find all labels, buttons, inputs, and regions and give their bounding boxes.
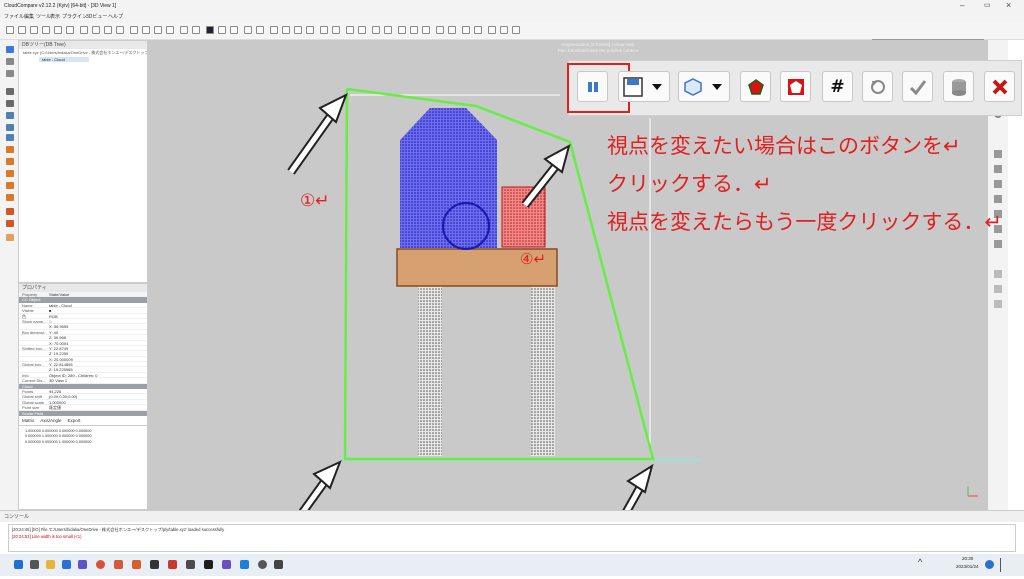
console-line: [20:24:45] [I/O] File 'C:/Users/hidaka/O… — [12, 527, 225, 532]
confirm-delete-icon — [951, 78, 966, 96]
pause-button[interactable] — [577, 71, 608, 102]
app-icon[interactable] — [186, 560, 195, 569]
annotation-line-2: クリックする．↵ — [607, 172, 772, 196]
confirm-button[interactable] — [902, 71, 933, 102]
tray-chevron-icon[interactable]: ^ — [918, 557, 922, 567]
app-icon[interactable] — [222, 560, 231, 569]
console-panel: コンソール [20:24:45] [I/O] File 'C:/Users/hi… — [0, 510, 1024, 554]
polyline-save-button[interactable] — [618, 71, 670, 102]
right-tool-icon[interactable] — [994, 285, 1002, 293]
cloudcompare-icon[interactable] — [274, 560, 283, 569]
arrow-2-icon — [521, 144, 571, 208]
annotation-text: 視点を変えたい場合はこのボタンを↵ クリックする．↵ 視点を変えたらもう一度クリ… — [607, 127, 1002, 241]
app-icon[interactable] — [114, 560, 123, 569]
pause-icon — [587, 81, 598, 92]
clock-time: 20:30 — [962, 556, 974, 561]
clock-date: 2023/01/24 — [956, 564, 979, 569]
app-icon[interactable] — [204, 560, 213, 569]
app-icon[interactable] — [168, 560, 177, 569]
label-1: ①↵ — [300, 191, 330, 211]
segment-in-icon — [747, 78, 764, 95]
console-line-error: [20:24:53] Line width is too small (<1) — [12, 534, 82, 539]
confirm-icon — [909, 79, 926, 95]
segment-in-button[interactable] — [740, 71, 771, 102]
right-tool-icon[interactable] — [994, 270, 1002, 278]
right-tool-icon[interactable] — [994, 300, 1002, 308]
polyline-save-icon — [623, 76, 662, 97]
app-icon[interactable] — [258, 560, 267, 569]
polygon-select-button[interactable] — [678, 71, 730, 102]
segment-out-button[interactable] — [780, 71, 811, 102]
blue-object — [400, 108, 497, 248]
console-log: [20:24:45] [I/O] File 'C:/Users/hidaka/O… — [8, 524, 1016, 552]
mail-icon[interactable] — [62, 560, 71, 569]
reset-button[interactable] — [862, 71, 893, 102]
start-icon[interactable] — [14, 560, 23, 569]
vscode-icon[interactable] — [240, 560, 249, 569]
table-leg-left — [418, 286, 442, 456]
show-desktop[interactable] — [1000, 558, 1001, 572]
annotation-line-3: 視点を変えたらもう一度クリックする．↵ — [607, 210, 1002, 234]
console-header: コンソール — [0, 511, 1024, 522]
app-icon[interactable] — [132, 560, 141, 569]
cancel-icon — [992, 79, 1007, 94]
explorer-icon[interactable] — [46, 560, 55, 569]
taskview-icon[interactable] — [30, 560, 39, 569]
hash-icon: # — [830, 76, 845, 97]
reset-icon — [870, 79, 885, 94]
arrow-1-icon — [287, 92, 348, 175]
app-icon[interactable] — [150, 560, 159, 569]
hash-button[interactable]: # — [822, 71, 853, 102]
segment-out-icon — [787, 78, 804, 95]
notification-icon[interactable] — [985, 560, 994, 569]
right-tool-icon[interactable] — [994, 240, 1002, 248]
annotation-line-1: 視点を変えたい場合はこのボタンを↵ — [607, 134, 961, 158]
teams-icon[interactable] — [78, 560, 87, 569]
cancel-button[interactable] — [984, 71, 1015, 102]
confirm-delete-button[interactable] — [943, 71, 974, 102]
table-leg-right — [531, 286, 555, 456]
red-object — [501, 186, 546, 248]
chrome-icon[interactable] — [96, 560, 105, 569]
polygon-select-icon — [684, 77, 722, 96]
label-4: ④↵ — [520, 250, 547, 268]
